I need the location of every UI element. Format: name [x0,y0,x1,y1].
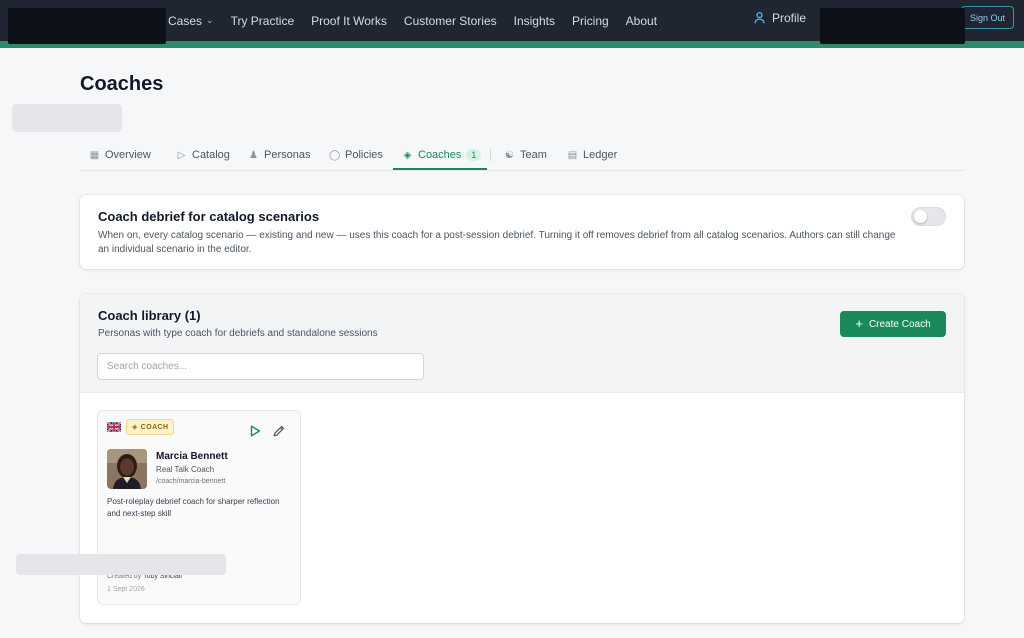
tab-policies[interactable]: ◯ Policies [329,140,383,170]
tab-team[interactable]: ☯ Team [504,140,547,170]
tab-divider [490,149,491,161]
debrief-description: When on, every catalog scenario — existi… [98,230,896,255]
sign-out-button[interactable]: Sign Out [961,6,1015,29]
nav-link-label: Customer Stories [403,13,497,28]
coach-role: Real Talk Coach [156,465,215,474]
profile-link[interactable]: Profile [753,0,806,35]
coach-name: Marcia Bennett [156,451,228,462]
redacted-placeholder [16,554,226,575]
chart-icon: ▦ [89,149,100,161]
coach-avatar [107,449,147,489]
user-icon [754,11,765,24]
nav-link-proof[interactable]: Proof It Works [311,14,387,28]
chevron-down-icon: ⌄ [206,15,214,25]
tab-catalog[interactable]: ▷ Catalog [176,140,230,170]
document-icon: ▤ [567,149,578,161]
nav-link-try-practice[interactable]: Try Practice [231,14,295,28]
library-subtitle: Personas with type coach for debriefs an… [98,328,378,339]
nav-link-label: Pricing [571,13,609,28]
active-tab-indicator [393,168,487,170]
redacted-placeholder [12,104,122,132]
profile-label: Profile [772,10,807,25]
tab-ledger[interactable]: ▤ Ledger [567,140,618,170]
play-outline-icon: ▷ [177,149,186,161]
tab-label: Policies [345,149,383,161]
tab-label: Coaches [418,149,462,161]
coach-type-badge: ◈ COACH [126,419,175,435]
create-coach-label: Create Coach [868,318,931,330]
coach-created-date: 1 Sept 2026 [107,586,145,593]
plus-icon: + [855,316,863,331]
nav-link-about[interactable]: About [626,14,657,28]
library-title: Coach library (1) [98,308,201,323]
nav-link-label: Proof It Works [311,13,387,28]
nav-link-label: About [625,13,658,28]
nav-link-label: Try Practice [230,13,295,28]
library-header: Coach library (1) Personas with type coa… [80,294,964,393]
team-icon: ☯ [505,149,514,161]
pencil-icon[interactable] [272,424,286,438]
play-icon[interactable] [248,424,262,438]
graduation-cap-icon: ◈ [132,424,138,431]
tab-overview[interactable]: ▦ Overview [89,140,151,170]
search-coaches-input[interactable] [97,353,424,380]
tab-label: Team [520,149,547,161]
debrief-title: Coach debrief for catalog scenarios [98,209,320,224]
nav-links: Cases ⌄ Try Practice Proof It Works Cust… [168,0,657,41]
nav-link-pricing[interactable]: Pricing [572,14,609,28]
nav-link-customer-stories[interactable]: Customer Stories [404,14,497,28]
tab-personas[interactable]: ♟ Personas [248,140,310,170]
shield-icon: ◯ [329,149,341,161]
tab-count-badge: 1 [466,149,482,161]
tab-label: Personas [264,149,311,161]
toggle-knob [914,210,927,223]
nav-link-cases[interactable]: Cases ⌄ [168,14,214,28]
nav-link-insights[interactable]: Insights [514,14,555,28]
page-title: Coaches [80,73,164,95]
coach-debrief-card: Coach debrief for catalog scenarios When… [80,195,964,269]
coach-description: Post-roleplay debrief coach for sharper … [107,497,280,518]
uk-flag-icon [107,422,121,432]
coach-card[interactable]: ◈ COACH Marcia Bennett Real Talk Coach /… [97,410,301,605]
debrief-toggle[interactable] [911,207,946,226]
tab-label: Overview [105,149,151,161]
tab-coaches[interactable]: ◈ Coaches 1 [402,140,482,170]
redacted-logo [8,8,166,44]
redacted-region [820,8,965,44]
graduation-cap-icon: ◈ [403,149,412,161]
nav-link-label: Cases [168,13,203,28]
user-icon: ♟ [249,149,258,161]
tab-label: Ledger [583,149,618,161]
tab-bar: ▦ Overview ▷ Catalog ♟ Personas ◯ Polici… [80,140,964,171]
coach-badge-label: COACH [140,423,169,431]
create-coach-button[interactable]: + Create Coach [840,311,946,337]
tab-label: Catalog [192,149,230,161]
nav-link-label: Insights [513,13,555,28]
coach-slug: /coach/marcia-bennett [156,478,226,485]
